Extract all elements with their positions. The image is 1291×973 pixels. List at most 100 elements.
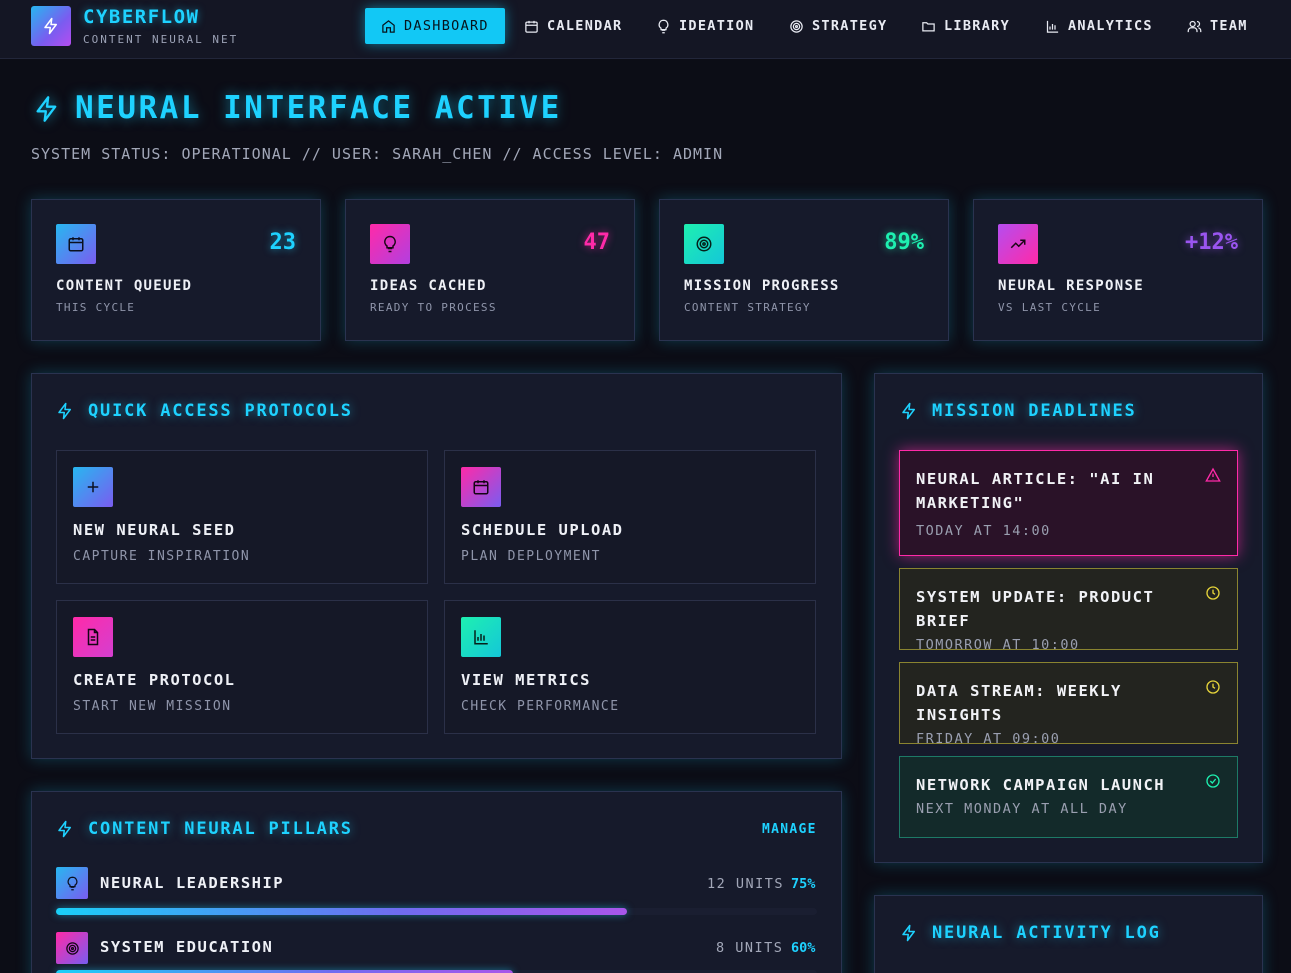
quick-action-view-metrics[interactable]: VIEW METRICS CHECK PERFORMANCE (444, 600, 816, 734)
stat-card-content-queued[interactable]: 23 CONTENT QUEUED THIS CYCLE (31, 199, 321, 341)
quick-access-title: QUICK ACCESS PROTOCOLS (56, 401, 353, 421)
stat-icon-box (56, 224, 96, 264)
qa-icon-box (73, 617, 113, 657)
target-icon (696, 236, 712, 252)
deadline-item-pending[interactable]: DATA STREAM: WEEKLY INSIGHTS FRIDAY AT 0… (899, 662, 1238, 747)
nav-team[interactable]: TEAM (1187, 8, 1248, 44)
quick-action-schedule-upload[interactable]: SCHEDULE UPLOAD PLAN DEPLOYMENT (444, 450, 816, 584)
qa-icon-box (73, 467, 113, 507)
pillar-percent: 60% (791, 940, 816, 956)
system-status-line: SYSTEM STATUS: OPERATIONAL // USER: SARA… (31, 145, 724, 163)
activity-log-title: NEURAL ACTIVITY LOG (900, 923, 1161, 943)
nav-ideation[interactable]: IDEATION (656, 8, 754, 44)
stat-sublabel: VS LAST CYCLE (998, 301, 1101, 314)
manage-pillars-link[interactable]: MANAGE (762, 822, 817, 837)
nav-strategy[interactable]: STRATEGY (789, 8, 887, 44)
stat-value: +12% (1185, 230, 1238, 255)
brand-name: CYBERFLOW (83, 6, 200, 28)
bar-chart-icon (1046, 20, 1059, 33)
calendar-icon (473, 480, 489, 495)
qa-label: VIEW METRICS (461, 671, 591, 689)
stat-sublabel: THIS CYCLE (56, 301, 136, 314)
trending-up-icon (1010, 239, 1026, 249)
stat-card-neural-response[interactable]: +12% NEURAL RESPONSE VS LAST CYCLE (973, 199, 1263, 341)
qa-sublabel: START NEW MISSION (73, 699, 232, 714)
nav-library-label: LIBRARY (944, 18, 1010, 34)
brand-subtitle: CONTENT NEURAL NET (83, 33, 239, 46)
stat-label: NEURAL RESPONSE (998, 278, 1144, 294)
pillar-icon-box (56, 932, 88, 964)
deadline-time: TODAY AT 14:00 (916, 523, 1051, 539)
pillar-name: NEURAL LEADERSHIP (100, 874, 285, 892)
nav-calendar[interactable]: CALENDAR (524, 8, 622, 44)
stat-card-mission-progress[interactable]: 89% MISSION PROGRESS CONTENT STRATEGY (659, 199, 949, 341)
pillar-name: SYSTEM EDUCATION (100, 938, 274, 956)
pillar-units: 12 UNITS (707, 876, 785, 892)
stat-icon-box (370, 224, 410, 264)
deadline-time: FRIDAY AT 09:00 (916, 731, 1061, 747)
pillar-progress-track (56, 908, 817, 915)
stat-icon-box (684, 224, 724, 264)
nav-dashboard-label: DASHBOARD (404, 18, 489, 34)
target-icon (790, 19, 803, 33)
lightning-icon (44, 17, 57, 35)
activity-log-title-text: NEURAL ACTIVITY LOG (932, 923, 1161, 943)
lightbulb-icon (67, 876, 77, 890)
deadline-title: NEURAL ARTICLE: "AI IN MARKETING" (916, 470, 1155, 512)
users-icon (1187, 20, 1202, 32)
quick-action-create-protocol[interactable]: CREATE PROTOCOL START NEW MISSION (56, 600, 428, 734)
content-pillars-title: CONTENT NEURAL PILLARS (56, 819, 353, 839)
lightning-icon (36, 96, 57, 122)
deadline-item-done[interactable]: NETWORK CAMPAIGN LAUNCH NEXT MONDAY AT A… (899, 756, 1238, 838)
pillar-units: 8 UNITS (716, 940, 784, 956)
page-title: NEURAL INTERFACE ACTIVE (75, 90, 562, 126)
stat-sublabel: READY TO PROCESS (370, 301, 497, 314)
target-icon (65, 941, 79, 955)
deadline-item-pending[interactable]: SYSTEM UPDATE: PRODUCT BRIEF TOMORROW AT… (899, 568, 1238, 653)
pillar-icon-box (56, 867, 88, 899)
quick-action-new-neural-seed[interactable]: NEW NEURAL SEED CAPTURE INSPIRATION (56, 450, 428, 584)
stat-label: CONTENT QUEUED (56, 278, 193, 294)
stat-value: 47 (583, 230, 611, 255)
mission-deadlines-title-text: MISSION DEADLINES (932, 401, 1137, 421)
stat-value: 23 (269, 230, 297, 255)
lightning-icon (58, 820, 71, 838)
lightning-icon (902, 402, 915, 420)
quick-access-title-text: QUICK ACCESS PROTOCOLS (88, 401, 353, 421)
document-icon (87, 628, 99, 646)
calendar-icon (525, 20, 538, 33)
check-circle-icon (1206, 774, 1220, 788)
lightning-icon (902, 924, 915, 942)
deadline-title: SYSTEM UPDATE: PRODUCT BRIEF (916, 588, 1155, 630)
stat-label: IDEAS CACHED (370, 278, 487, 294)
mission-deadlines-title: MISSION DEADLINES (900, 401, 1137, 421)
folder-icon (922, 21, 935, 31)
logo[interactable] (31, 6, 71, 46)
clock-icon (1206, 680, 1220, 694)
pillar-progress-fill (56, 908, 627, 915)
nav-dashboard[interactable]: DASHBOARD (365, 8, 505, 44)
warning-icon (1205, 467, 1221, 482)
calendar-icon (68, 237, 84, 252)
content-pillars-title-text: CONTENT NEURAL PILLARS (88, 819, 353, 839)
nav-analytics-label: ANALYTICS (1068, 18, 1153, 34)
bar-chart-icon (474, 630, 488, 645)
deadline-time: TOMORROW AT 10:00 (916, 637, 1080, 653)
qa-icon-box (461, 617, 501, 657)
nav-analytics[interactable]: ANALYTICS (1045, 8, 1153, 44)
lightbulb-icon (384, 235, 396, 253)
lightning-icon (58, 402, 71, 420)
nav-library[interactable]: LIBRARY (921, 8, 1010, 44)
nav-calendar-label: CALENDAR (547, 18, 623, 34)
lightbulb-icon (658, 19, 669, 33)
qa-icon-box (461, 467, 501, 507)
deadline-title: DATA STREAM: WEEKLY INSIGHTS (916, 682, 1122, 724)
qa-sublabel: CAPTURE INSPIRATION (73, 549, 251, 564)
top-navigation-bar: CYBERFLOW CONTENT NEURAL NET DASHBOARD C… (0, 0, 1291, 59)
deadline-time: NEXT MONDAY AT ALL DAY (916, 801, 1128, 817)
nav-team-label: TEAM (1210, 18, 1248, 34)
deadline-item-urgent[interactable]: NEURAL ARTICLE: "AI IN MARKETING" TODAY … (899, 450, 1238, 556)
home-icon (382, 19, 395, 33)
stat-card-ideas-cached[interactable]: 47 IDEAS CACHED READY TO PROCESS (345, 199, 635, 341)
stat-value: 89% (884, 230, 924, 255)
